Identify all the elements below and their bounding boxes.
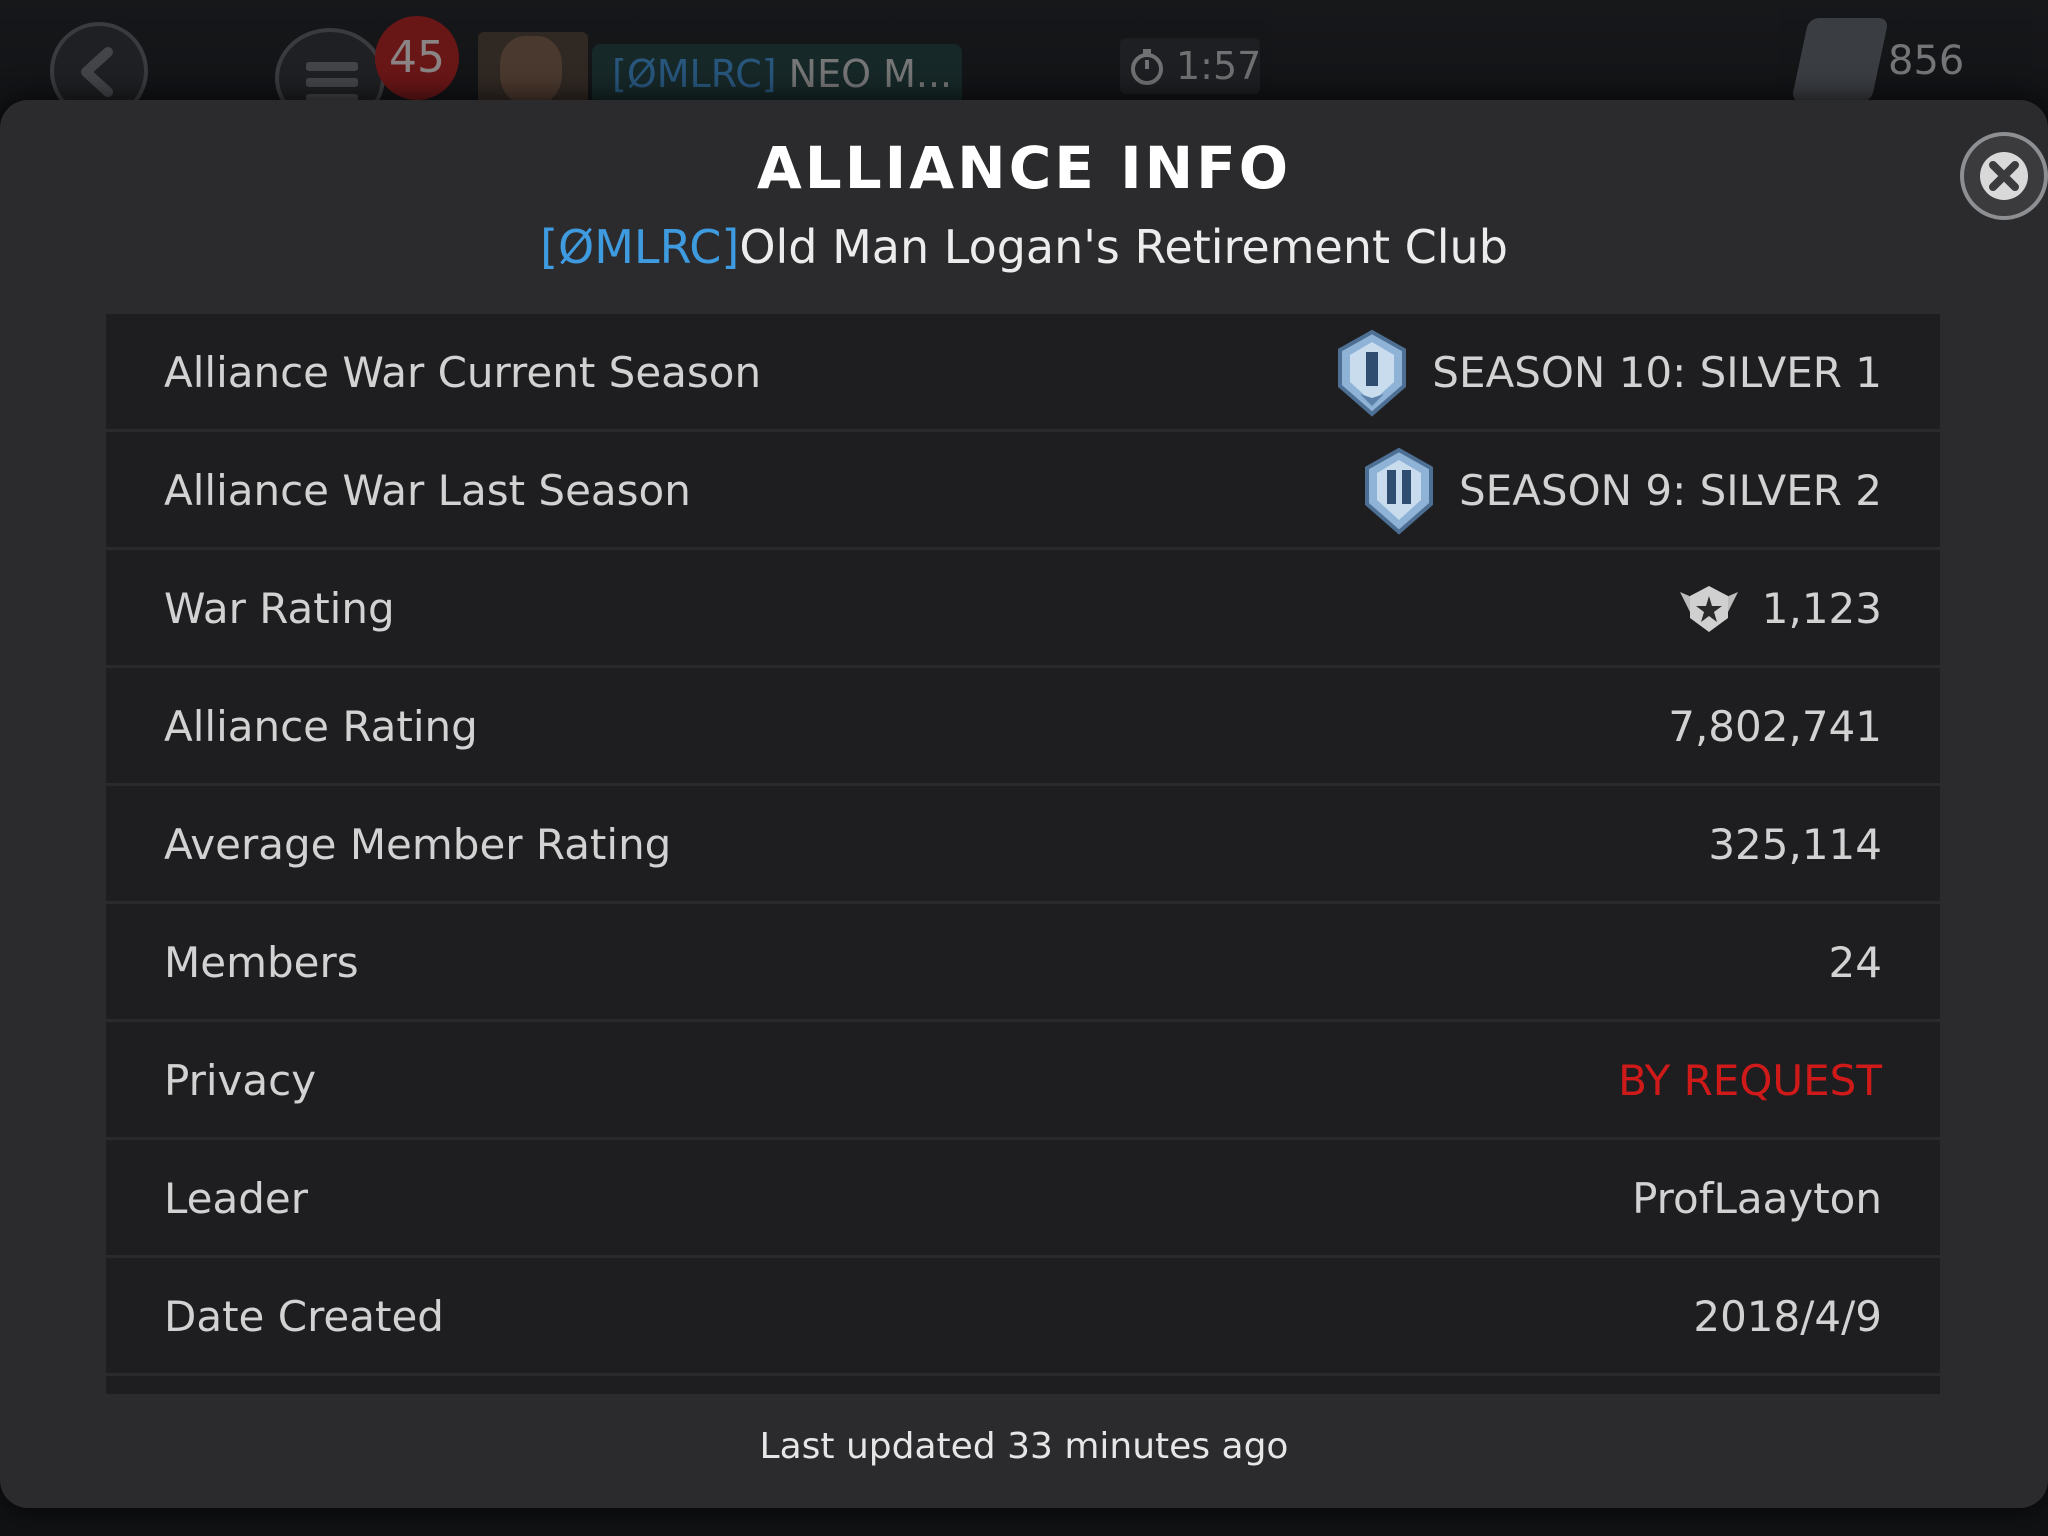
units-count: 856 (1888, 38, 1965, 84)
row-value: 24 (1829, 904, 1882, 1022)
info-row-date-created: Date Created 2018/4/9 (106, 1258, 1940, 1376)
row-label: Alliance War Current Season (164, 348, 762, 397)
row-value: 1,123 (1676, 550, 1882, 668)
timer-value: 1:57 (1176, 44, 1262, 88)
top-hud-bar: 45 [ØMLRC] NEO M... 1:57 856 (0, 0, 2048, 128)
close-button[interactable] (1960, 132, 2048, 220)
row-value: SEASON 9: SILVER 2 (1359, 432, 1882, 550)
alliance-chip[interactable]: [ØMLRC] NEO M... (592, 44, 962, 104)
info-row-current-season: Alliance War Current Season SEASON 10: S… (106, 314, 1940, 432)
row-value: ProfLaayton (1632, 1140, 1882, 1258)
stopwatch-icon (1131, 49, 1163, 85)
leader-name[interactable]: ProfLaayton (1632, 1140, 1882, 1258)
row-value-text: 325,114 (1708, 820, 1882, 869)
alliance-tag: [ØMLRC] (540, 220, 740, 274)
alliance-name-heading: [ØMLRC]Old Man Logan's Retirement Club (0, 220, 2048, 274)
units-icon (1791, 18, 1889, 102)
alliance-chip-tag: [ØMLRC] (612, 52, 777, 96)
row-value: 2018/4/9 (1693, 1258, 1882, 1376)
info-row-members: Members 24 (106, 904, 1940, 1022)
alliance-info-dialog: ALLIANCE INFO [ØMLRC]Old Man Logan's Ret… (0, 100, 2048, 1508)
row-label: Members (164, 938, 359, 987)
row-label: Date Created (164, 1292, 444, 1341)
info-row-privacy: Privacy BY REQUEST (106, 1022, 1940, 1140)
back-arrow-icon (81, 47, 113, 97)
row-value-text: SEASON 9: SILVER 2 (1459, 466, 1882, 515)
row-value-text: 7,802,741 (1668, 702, 1882, 751)
row-label: Average Member Rating (164, 820, 672, 869)
row-value: SEASON 10: SILVER 1 (1332, 314, 1882, 432)
avatar[interactable] (478, 32, 588, 110)
info-row-last-season: Alliance War Last Season SEASON 9: SILVE… (106, 432, 1940, 550)
menu-line (306, 78, 358, 87)
last-updated-note: Last updated 33 minutes ago (759, 1426, 1289, 1467)
war-rating-emblem-icon (1679, 586, 1738, 632)
info-row-alliance-rating: Alliance Rating 7,802,741 (106, 668, 1940, 786)
row-value-text: 2018/4/9 (1693, 1292, 1882, 1341)
info-row-average-member-rating: Average Member Rating 325,114 (106, 786, 1940, 904)
row-value: BY REQUEST (1618, 1022, 1882, 1140)
info-row-war-rating: War Rating 1,123 (106, 550, 1940, 668)
info-row-leader: Leader ProfLaayton (106, 1140, 1940, 1258)
row-label: Alliance Rating (164, 702, 478, 751)
row-value-text: 1,123 (1761, 584, 1882, 633)
timer: 1:57 (1120, 38, 1262, 94)
row-label: War Rating (164, 584, 395, 633)
silver-season-badge-icon (1338, 329, 1407, 417)
alliance-info-table: Alliance War Current Season SEASON 10: S… (106, 314, 1940, 1394)
privacy-status: BY REQUEST (1618, 1056, 1882, 1105)
close-icon (1980, 152, 2028, 200)
row-label: Alliance War Last Season (164, 466, 691, 515)
dialog-title: ALLIANCE INFO (756, 134, 1292, 202)
row-label: Leader (164, 1174, 309, 1223)
silver-season-badge-icon (1365, 447, 1433, 535)
avatar-portrait (500, 36, 562, 106)
row-value-text: 24 (1828, 938, 1882, 987)
menu-line (306, 62, 358, 71)
alliance-name: Old Man Logan's Retirement Club (739, 220, 1508, 274)
notification-badge: 45 (375, 16, 459, 100)
alliance-chip-name: NEO M... (788, 52, 953, 96)
row-value: 325,114 (1708, 786, 1882, 904)
row-value-text: SEASON 10: SILVER 1 (1432, 348, 1882, 397)
row-value: 7,802,741 (1668, 668, 1882, 786)
row-label: Privacy (164, 1056, 317, 1105)
